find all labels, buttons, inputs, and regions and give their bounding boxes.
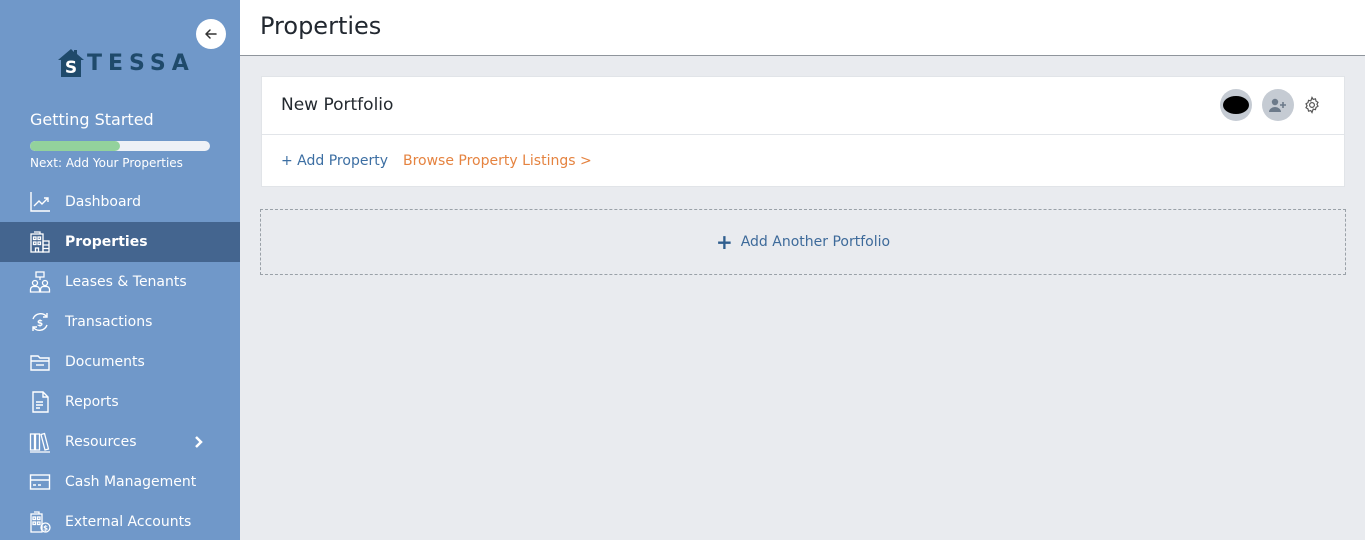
sidebar-nav: Dashboard Properties Leases & Tenants $ … <box>0 182 240 540</box>
collapse-sidebar-button[interactable] <box>196 19 226 49</box>
chart-line-icon <box>28 190 52 214</box>
building-dollar-icon: $ <box>28 510 52 534</box>
sidebar-item-label: Leases & Tenants <box>65 274 187 290</box>
arrow-left-icon <box>205 29 217 39</box>
svg-text:$: $ <box>43 525 48 533</box>
portfolio-name[interactable]: New Portfolio <box>281 95 393 115</box>
tenants-icon <box>28 270 52 294</box>
building-icon <box>28 230 52 254</box>
add-user-button[interactable] <box>1262 89 1294 121</box>
sidebar-item-dashboard[interactable]: Dashboard <box>0 182 240 222</box>
page-title: Properties <box>260 12 382 40</box>
sidebar-item-label: External Accounts <box>65 514 192 530</box>
getting-started-title[interactable]: Getting Started <box>30 110 154 129</box>
add-property-link[interactable]: + Add Property <box>281 153 388 169</box>
sidebar-item-properties[interactable]: Properties <box>0 222 240 262</box>
house-logo-icon: S <box>58 49 84 78</box>
add-another-portfolio-button[interactable]: + Add Another Portfolio <box>260 209 1346 275</box>
sidebar-item-cash-management[interactable]: Cash Management <box>0 462 240 502</box>
sidebar-item-documents[interactable]: Documents <box>0 342 240 382</box>
sidebar-item-label: Transactions <box>65 314 153 330</box>
progress-fill <box>30 141 120 151</box>
stessa-logo[interactable]: S TESSA <box>57 48 195 78</box>
document-icon <box>28 390 52 414</box>
svg-text:$: $ <box>37 319 43 329</box>
plus-icon: + <box>715 230 733 254</box>
avatar-image <box>1223 96 1249 114</box>
sidebar-item-label: Properties <box>65 234 148 250</box>
sidebar-item-label: Dashboard <box>65 194 141 210</box>
avatar[interactable] <box>1220 89 1252 121</box>
sidebar-item-transactions[interactable]: $ Transactions <box>0 302 240 342</box>
portfolio-actions: + Add Property Browse Property Listings … <box>281 153 592 169</box>
getting-started-next[interactable]: Next: Add Your Properties <box>30 156 183 170</box>
portfolio-card-header: New Portfolio <box>262 77 1344 135</box>
svg-text:S: S <box>65 58 77 78</box>
sidebar: S TESSA Getting Started Next: Add Your P… <box>0 0 240 540</box>
browse-listings-link[interactable]: Browse Property Listings > <box>403 153 592 169</box>
sidebar-item-reports[interactable]: Reports <box>0 382 240 422</box>
chevron-right-icon <box>195 436 203 448</box>
card-icon <box>28 470 52 494</box>
settings-button[interactable] <box>1302 95 1322 115</box>
books-icon <box>28 430 52 454</box>
gear-icon <box>1305 96 1319 114</box>
getting-started-progress <box>30 141 210 151</box>
page-header: Properties <box>240 0 1365 56</box>
add-user-icon <box>1269 98 1286 112</box>
sidebar-item-leases-tenants[interactable]: Leases & Tenants <box>0 262 240 302</box>
portfolio-card: New Portfolio + Add Property Browse Prop… <box>261 76 1345 187</box>
dollar-cycle-icon: $ <box>28 310 52 334</box>
sidebar-item-label: Resources <box>65 434 137 450</box>
sidebar-item-label: Documents <box>65 354 145 370</box>
folder-icon <box>28 350 52 374</box>
sidebar-item-label: Reports <box>65 394 119 410</box>
sidebar-item-label: Cash Management <box>65 474 197 490</box>
sidebar-item-resources[interactable]: Resources <box>0 422 240 462</box>
sidebar-item-external-accounts[interactable]: $ External Accounts <box>0 502 240 540</box>
add-portfolio-label: Add Another Portfolio <box>740 234 891 250</box>
logo-text: TESSA <box>87 50 195 76</box>
